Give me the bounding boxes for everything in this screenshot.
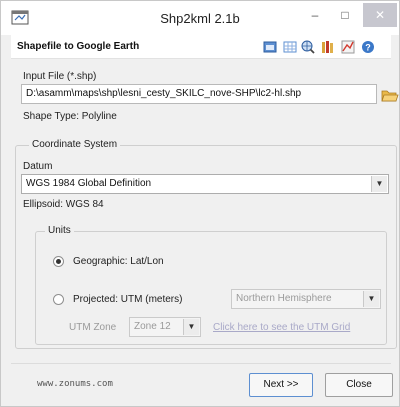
shape-type-text: Shape Type: Polyline [23,111,117,122]
website-text: www.zonums.com [37,379,113,389]
utm-zone-select[interactable]: Zone 12 ▼ [129,317,201,337]
hemisphere-value: Northern Hemisphere [236,293,332,304]
utm-zone-value: Zone 12 [134,321,171,332]
folder-open-icon[interactable] [381,87,399,103]
next-button[interactable]: Next >> [249,373,313,397]
header-strip: Shapefile to Google Earth ? [11,35,391,59]
input-file-field[interactable]: D:\asamm\maps\shp\lesni_cesty_SKILC_nove… [21,84,377,104]
help-icon[interactable]: ? [361,40,375,54]
header-title: Shapefile to Google Earth [17,41,140,52]
title-bar: Shp2kml 2.1b – □ ✕ [1,1,399,35]
units-legend: Units [45,225,74,236]
close-button[interactable]: Close [325,373,393,397]
coordinate-system-legend: Coordinate System [29,139,121,150]
datum-label: Datum [23,161,53,172]
chevron-down-icon[interactable]: ▼ [371,176,387,192]
chart-icon[interactable] [341,40,355,54]
maximize-button[interactable]: □ [331,3,359,27]
minimize-button[interactable]: – [301,3,329,27]
books-icon[interactable] [321,40,335,54]
ellipsoid-text: Ellipsoid: WGS 84 [23,199,104,210]
window-icon[interactable] [263,40,277,54]
globe-icon[interactable] [301,40,315,54]
footer-divider [11,363,391,364]
utm-grid-link[interactable]: Click here to see the UTM Grid [213,322,350,333]
projected-radio[interactable] [53,294,64,305]
geographic-label: Geographic: Lat/Lon [73,256,164,267]
geographic-radio[interactable] [53,256,64,267]
close-window-button[interactable]: ✕ [363,3,397,27]
datum-select[interactable]: WGS 1984 Global Definition ▼ [21,174,389,194]
svg-text:?: ? [365,43,371,53]
datum-value: WGS 1984 Global Definition [26,178,152,189]
projected-label: Projected: UTM (meters) [73,294,183,305]
chevron-down-icon[interactable]: ▼ [183,319,199,335]
input-file-label: Input File (*.shp) [23,71,97,82]
utm-zone-label: UTM Zone [69,322,117,333]
hemisphere-select[interactable]: Northern Hemisphere ▼ [231,289,381,309]
app-window: Shp2kml 2.1b – □ ✕ Shapefile to Google E… [0,0,400,407]
chevron-down-icon[interactable]: ▼ [363,291,379,307]
grid-icon[interactable] [283,40,297,54]
